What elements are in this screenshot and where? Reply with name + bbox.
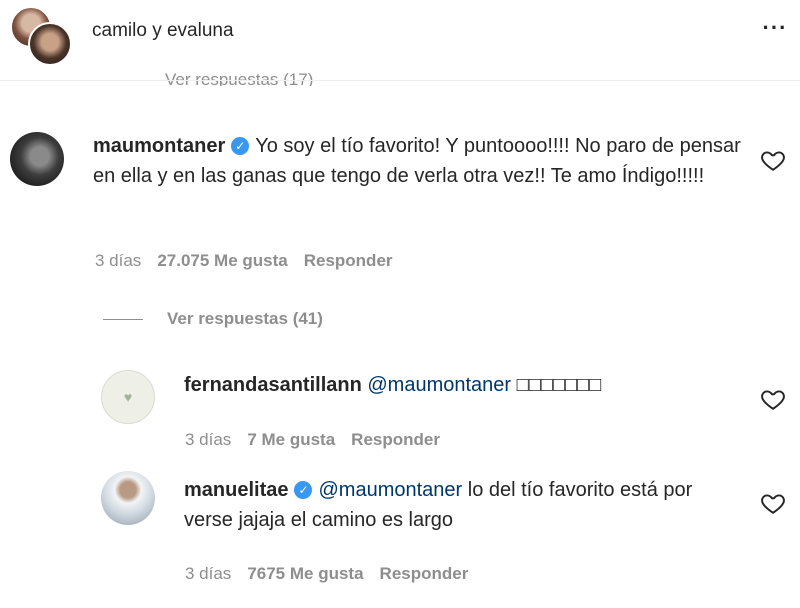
post-header: camilo y evaluna ··· [0, 0, 800, 80]
comment-meta: 3 días 27.075 Me gusta Responder [95, 251, 409, 271]
reply-time[interactable]: 3 días [185, 564, 231, 583]
reply-likes[interactable]: 7675 Me gusta [247, 564, 363, 583]
reply-mention[interactable]: @maumontaner [367, 374, 511, 396]
heart-outline-icon[interactable] [759, 386, 787, 412]
comment-username[interactable]: maumontaner [93, 135, 225, 157]
comment-time[interactable]: 3 días [95, 251, 141, 270]
view-replies-divider [103, 318, 143, 320]
reply-time[interactable]: 3 días [185, 430, 231, 449]
account-name-2: evaluna [166, 20, 234, 41]
reply-username[interactable]: manuelitae [184, 479, 288, 501]
reply-fernandasantillann: fernandasantillann @maumontaner □□□□□□□ [184, 370, 744, 400]
verified-badge-icon: ✓ [231, 137, 250, 155]
account-name[interactable]: camilo y evaluna [92, 19, 234, 43]
reply-manuelitae: manuelitae ✓ @maumontaner lo del tío favor… [184, 475, 744, 535]
heart-placeholder-icon: ♥ [123, 389, 133, 405]
heart-outline-icon[interactable] [759, 147, 787, 173]
view-replies-button[interactable]: Ver respuestas (41) [167, 309, 323, 329]
reply-button[interactable]: Responder [351, 430, 440, 449]
reply-button[interactable]: Responder [380, 564, 469, 583]
verified-badge-icon: ✓ [294, 481, 313, 499]
avatar-camilo [28, 22, 72, 66]
partial-view-replies[interactable]: Ver respuestas (17) [165, 70, 313, 86]
account-avatar-stack[interactable] [10, 6, 72, 66]
more-horizontal-icon[interactable]: ··· [758, 17, 792, 42]
header-divider [0, 80, 800, 81]
heart-outline-icon[interactable] [759, 490, 787, 516]
avatar-fernandasantillann[interactable]: ♥ [101, 370, 155, 424]
comment-likes[interactable]: 27.075 Me gusta [157, 251, 287, 270]
reply-body: □□□□□□□ [516, 374, 602, 396]
reply-meta: 3 días 7 Me gusta Responder [185, 430, 456, 450]
reply-mention[interactable]: @maumontaner [318, 479, 462, 501]
reply-button[interactable]: Responder [304, 251, 393, 270]
comment-maumontaner: maumontaner ✓ Yo soy el tío favorito! Y pu… [93, 131, 753, 191]
avatar-manuelitae[interactable] [101, 471, 155, 525]
account-name-separator: y [152, 20, 162, 41]
reply-likes[interactable]: 7 Me gusta [247, 430, 335, 449]
reply-meta: 3 días 7675 Me gusta Responder [185, 564, 484, 584]
view-replies: Ver respuestas (41) [103, 307, 323, 331]
account-name-1: camilo [92, 20, 147, 41]
avatar-maumontaner[interactable] [10, 132, 64, 186]
reply-username[interactable]: fernandasantillann [184, 374, 362, 396]
